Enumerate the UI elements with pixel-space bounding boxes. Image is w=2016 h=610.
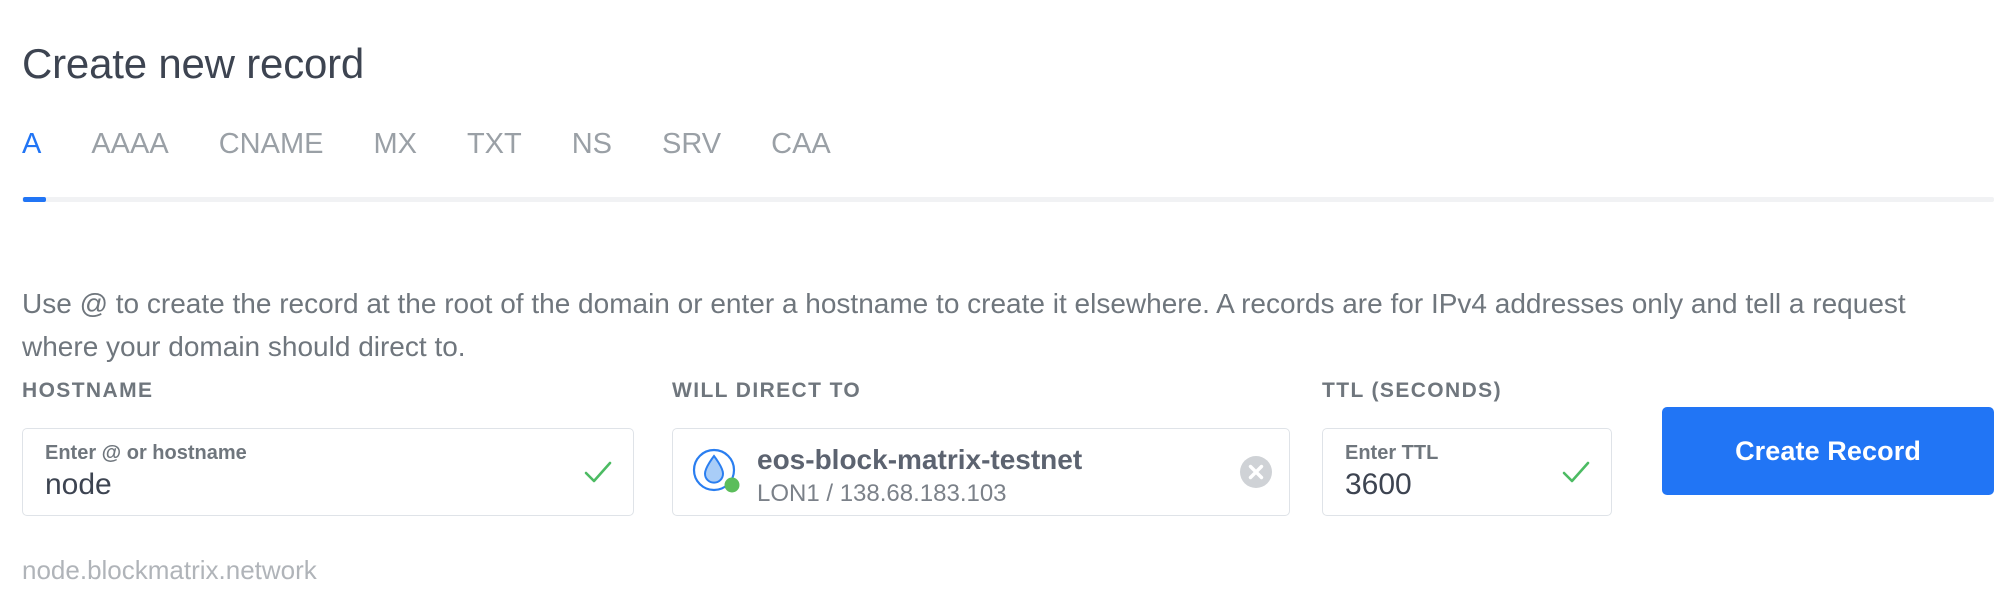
page-title: Create new record bbox=[22, 40, 365, 88]
check-icon bbox=[581, 455, 615, 489]
droplet-icon bbox=[689, 444, 745, 500]
direct-to-label: WILL DIRECT TO bbox=[672, 379, 862, 402]
tab-strip: A AAAA CNAME MX TXT NS SRV CAA bbox=[22, 130, 881, 159]
tab-mx[interactable]: MX bbox=[373, 130, 417, 159]
droplet-text: eos-block-matrix-testnet LON1 / 138.68.1… bbox=[757, 442, 1219, 509]
record-form: HOSTNAME Enter @ or hostname node WILL D… bbox=[0, 380, 2016, 580]
clear-circle-icon[interactable] bbox=[1239, 455, 1273, 489]
hostname-placeholder: Enter @ or hostname bbox=[45, 442, 247, 464]
droplet-name: eos-block-matrix-testnet bbox=[757, 444, 1083, 475]
ttl-field-group: TTL (SECONDS) Enter TTL 3600 bbox=[1322, 380, 1612, 516]
ttl-placeholder: Enter TTL bbox=[1345, 442, 1439, 464]
tab-divider bbox=[22, 197, 1994, 202]
ttl-input-inner: Enter TTL 3600 bbox=[1345, 441, 1541, 503]
direct-to-selection[interactable]: eos-block-matrix-testnet LON1 / 138.68.1… bbox=[672, 428, 1290, 516]
record-type-description: Use @ to create the record at the root o… bbox=[22, 288, 1906, 362]
check-icon bbox=[1559, 455, 1593, 489]
hostname-label: HOSTNAME bbox=[22, 379, 154, 402]
hostname-input[interactable]: Enter @ or hostname node bbox=[22, 428, 634, 516]
tab-srv[interactable]: SRV bbox=[662, 130, 721, 159]
hostname-input-inner: Enter @ or hostname node bbox=[45, 441, 563, 503]
tab-cname[interactable]: CNAME bbox=[219, 130, 324, 159]
hostname-field-group: HOSTNAME Enter @ or hostname node bbox=[22, 380, 634, 516]
resulting-fqdn-helper: node.blockmatrix.network bbox=[22, 555, 317, 585]
tab-txt[interactable]: TXT bbox=[467, 130, 522, 159]
hostname-value: node bbox=[45, 468, 112, 501]
ttl-value: 3600 bbox=[1345, 468, 1412, 501]
tab-aaaa[interactable]: AAAA bbox=[91, 130, 168, 159]
create-record-panel: Create new record A AAAA CNAME MX TXT NS… bbox=[0, 0, 2016, 610]
tab-ns[interactable]: NS bbox=[572, 130, 612, 159]
ttl-label: TTL (SECONDS) bbox=[1322, 379, 1502, 402]
active-tab-indicator bbox=[23, 197, 46, 202]
tab-a[interactable]: A bbox=[22, 130, 41, 159]
direct-to-field-group: WILL DIRECT TO eos-block-matrix-testnet … bbox=[672, 380, 1290, 516]
ttl-input[interactable]: Enter TTL 3600 bbox=[1322, 428, 1612, 516]
droplet-region-ip: LON1 / 138.68.183.103 bbox=[757, 480, 1007, 507]
record-type-tabs: A AAAA CNAME MX TXT NS SRV CAA bbox=[22, 130, 1994, 202]
create-record-button[interactable]: Create Record bbox=[1662, 407, 1994, 495]
tab-caa[interactable]: CAA bbox=[771, 130, 831, 159]
